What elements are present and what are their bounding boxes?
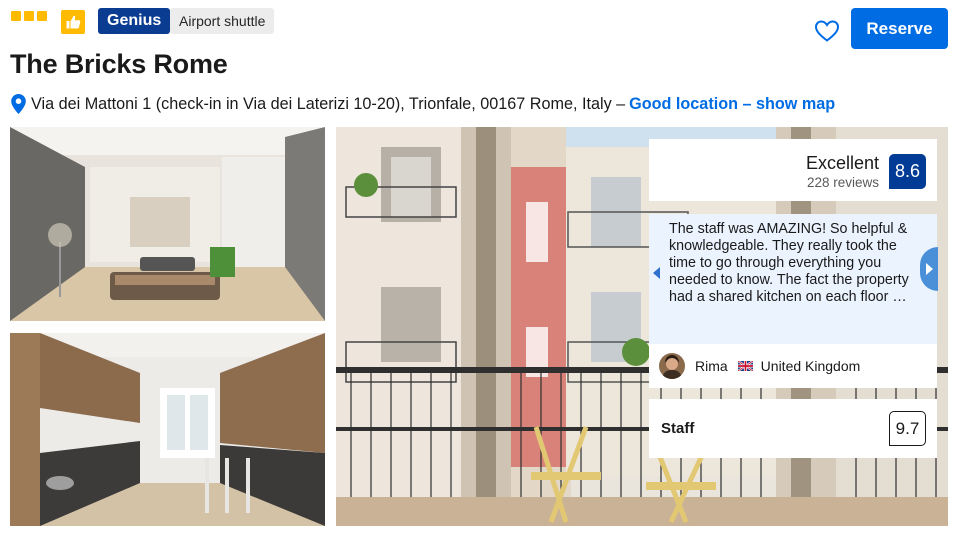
review-score-card[interactable]: Excellent 228 reviews 8.6 <box>649 139 937 201</box>
category-score-card[interactable]: Staff 9.7 <box>649 399 937 458</box>
kitchen-photo[interactable] <box>10 333 325 526</box>
reviewer-name: Rima <box>695 358 728 374</box>
heart-outline-icon <box>814 20 840 42</box>
star-icon <box>37 11 47 21</box>
hotel-name: The Bricks Rome <box>10 49 228 79</box>
category-label: Staff <box>661 420 695 437</box>
reserve-button[interactable]: Reserve <box>851 8 948 49</box>
category-score-badge: 9.7 <box>889 411 926 446</box>
show-map-link[interactable]: Good location – show map <box>629 95 835 114</box>
featured-review-card[interactable]: The staff was AMAZING! So helpful & know… <box>649 214 937 344</box>
address-row: Via dei Mattoni 1 (check-in in Via dei L… <box>10 93 835 115</box>
previous-review-button[interactable] <box>651 261 663 285</box>
save-favorite-button[interactable] <box>812 16 842 46</box>
avatar <box>659 353 685 379</box>
chevron-right-icon <box>926 263 933 275</box>
review-text: The staff was AMAZING! So helpful & know… <box>669 221 909 305</box>
review-count: 228 reviews <box>806 175 879 190</box>
genius-badge: Genius <box>98 8 171 34</box>
living-room-photo[interactable] <box>10 127 325 321</box>
chevron-left-icon <box>653 267 660 279</box>
star-rating <box>11 11 47 21</box>
rating-label: Excellent <box>805 153 879 173</box>
uk-flag-icon <box>737 361 753 371</box>
reviewer-country: United Kingdom <box>760 358 861 374</box>
review-score-badge: 8.6 <box>889 154 926 189</box>
airport-shuttle-badge: Airport shuttle <box>170 8 275 34</box>
hotel-address: Via dei Mattoni 1 (check-in in Via dei L… <box>31 94 626 113</box>
reviewer-info: Rima United Kingdom <box>649 344 937 388</box>
location-pin-icon <box>11 94 26 114</box>
star-icon <box>11 11 21 21</box>
star-icon <box>24 11 34 21</box>
thumbs-up-icon <box>61 10 85 34</box>
